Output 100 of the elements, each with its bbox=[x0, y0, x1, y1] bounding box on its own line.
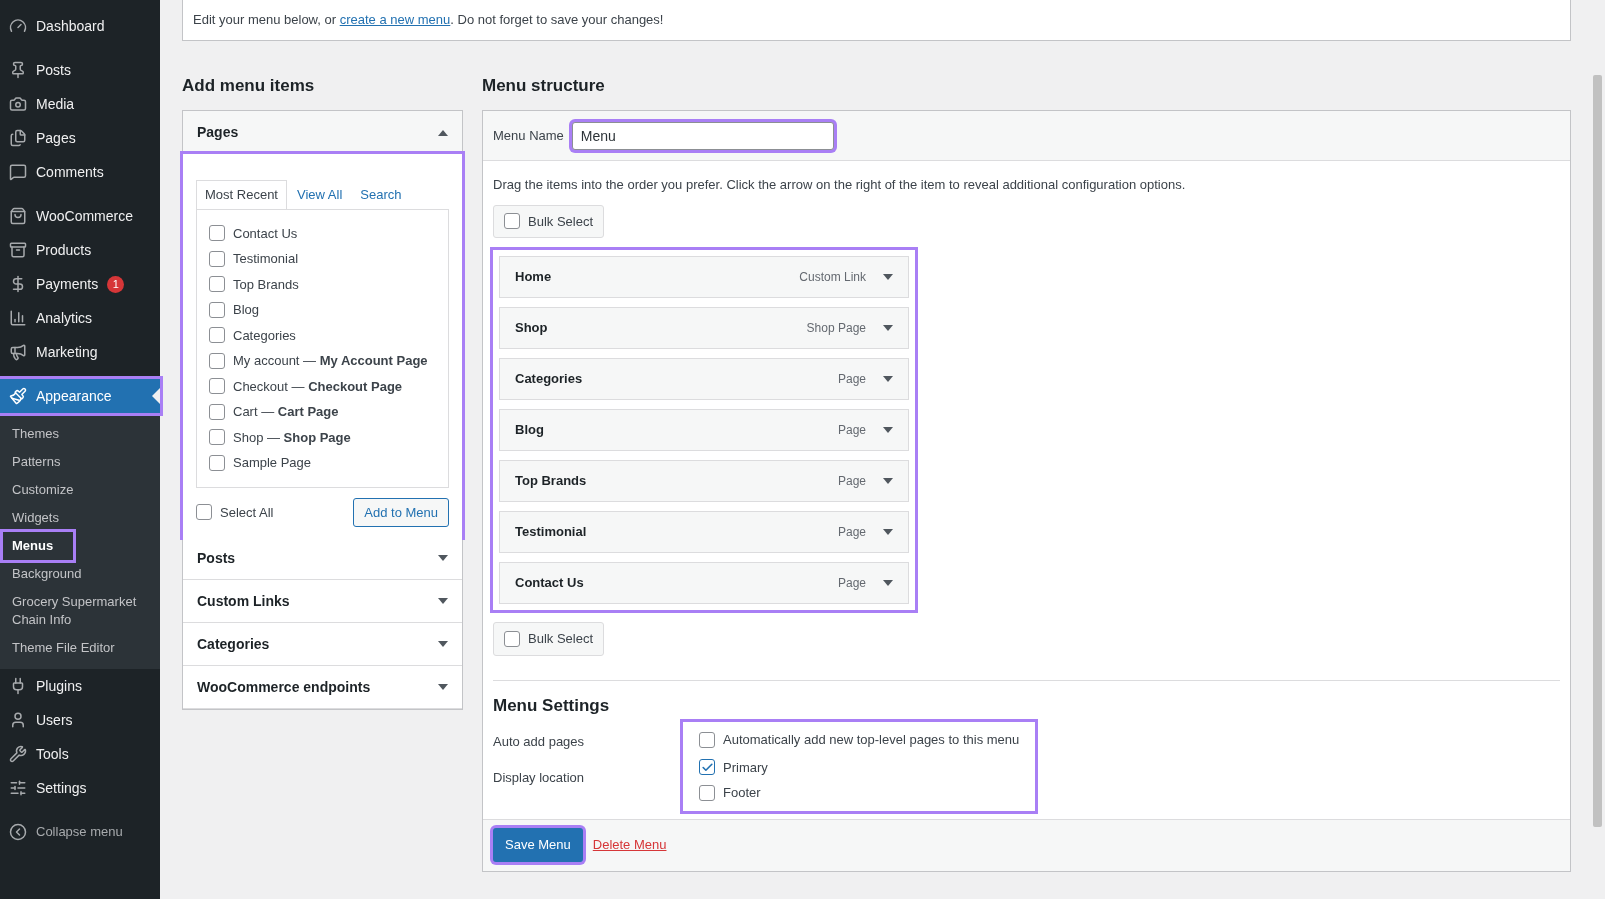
checkbox[interactable] bbox=[209, 327, 225, 344]
bag-icon bbox=[9, 207, 27, 225]
save-menu-button[interactable]: Save Menu bbox=[493, 828, 583, 862]
sidebar-item[interactable]: Payments 1 bbox=[0, 267, 160, 301]
page-label: Checkout — Checkout Page bbox=[233, 377, 403, 396]
camera-icon bbox=[9, 95, 27, 113]
sidebar-item[interactable]: Pages bbox=[0, 121, 160, 155]
checkbox[interactable] bbox=[209, 225, 225, 242]
bulk-select-button[interactable]: Bulk Select bbox=[493, 204, 605, 238]
menu-name-field[interactable]: Menu bbox=[571, 121, 834, 150]
caret-icon[interactable] bbox=[883, 325, 893, 331]
section-heading: Add menu items bbox=[182, 74, 316, 97]
checkbox[interactable] bbox=[209, 429, 225, 446]
menu-item-type: Page bbox=[837, 575, 866, 592]
accordion-header[interactable]: Posts bbox=[183, 537, 462, 580]
checkbox[interactable] bbox=[209, 378, 225, 395]
menu-item-bar[interactable]: Home Custom Link bbox=[499, 256, 909, 298]
sidebar-item[interactable]: Plugins bbox=[0, 669, 160, 703]
sidebar-item[interactable]: Products bbox=[0, 233, 160, 267]
caret-icon[interactable] bbox=[883, 478, 893, 484]
caret-icon[interactable] bbox=[883, 376, 893, 382]
submenu-item[interactable]: Grocery Supermarket Chain Info bbox=[3, 588, 157, 634]
section-heading: Menu structure bbox=[482, 74, 606, 97]
megaphone-icon bbox=[9, 343, 27, 361]
scrollbar-thumb[interactable] bbox=[1593, 75, 1602, 827]
sidebar-item[interactable]: Media bbox=[0, 87, 160, 121]
notification-badge: 1 bbox=[107, 275, 125, 293]
checkbox[interactable] bbox=[699, 731, 715, 748]
menu-item-type: Page bbox=[837, 371, 866, 388]
checkbox[interactable] bbox=[209, 352, 225, 369]
menu-item-bar[interactable]: Blog Page bbox=[499, 409, 909, 451]
accordion-header[interactable]: Pages bbox=[183, 111, 462, 154]
menu-item-bar[interactable]: Top Brands Page bbox=[499, 460, 909, 502]
checkbox[interactable] bbox=[196, 504, 212, 521]
menu-item-title: Shop bbox=[515, 319, 548, 338]
checkbox[interactable] bbox=[699, 759, 715, 776]
active-pointer-icon bbox=[152, 388, 160, 404]
tab[interactable]: Most Recent bbox=[196, 180, 287, 210]
menu-item-type: Shop Page bbox=[806, 320, 866, 337]
menu-item-title: Home bbox=[515, 268, 552, 287]
tab[interactable]: Search bbox=[352, 181, 410, 209]
checkbox[interactable] bbox=[209, 454, 225, 471]
page-label: Testimonial bbox=[233, 250, 299, 268]
sidebar-item[interactable]: Comments bbox=[0, 155, 160, 189]
sidebar-item[interactable]: Dashboard bbox=[0, 9, 160, 43]
sidebar-item[interactable]: Users bbox=[0, 703, 160, 737]
delete-menu-link[interactable]: Delete Menu bbox=[592, 835, 667, 855]
bar-chart-icon bbox=[9, 309, 27, 327]
setting-label: Auto add pages bbox=[493, 733, 586, 751]
pin-icon bbox=[9, 61, 27, 79]
menu-item-bar[interactable]: Contact Us Page bbox=[499, 562, 909, 604]
sidebar-item[interactable]: Posts bbox=[0, 53, 160, 87]
add-to-menu-button[interactable]: Add to Menu bbox=[353, 497, 449, 527]
sidebar-item[interactable]: Appearance bbox=[0, 379, 160, 413]
page-label: Top Brands bbox=[233, 275, 299, 294]
submenu-item[interactable]: Themes bbox=[3, 420, 157, 448]
checkbox[interactable] bbox=[504, 213, 520, 230]
menu-item-bar[interactable]: Categories Page bbox=[499, 358, 909, 400]
caret-icon[interactable] bbox=[438, 684, 448, 690]
submenu-item[interactable]: Theme File Editor bbox=[3, 634, 157, 662]
settings-heading: Menu Settings bbox=[493, 694, 611, 717]
submenu-item[interactable]: Customize bbox=[3, 476, 157, 504]
caret-icon[interactable] bbox=[883, 274, 893, 280]
sidebar-item[interactable]: Settings bbox=[0, 771, 160, 805]
submenu-item[interactable]: Menus bbox=[3, 532, 74, 560]
checkbox[interactable] bbox=[209, 276, 225, 293]
caret-icon[interactable] bbox=[438, 598, 448, 604]
collapse-menu-button[interactable]: Collapse menu bbox=[0, 815, 160, 849]
checkbox[interactable] bbox=[699, 784, 715, 801]
submenu-item[interactable]: Patterns bbox=[3, 448, 157, 476]
page-label: Sample Page bbox=[233, 454, 312, 472]
sidebar-item[interactable]: Marketing bbox=[0, 335, 160, 369]
caret-icon[interactable] bbox=[438, 129, 448, 136]
menu-item-type: Page bbox=[837, 473, 866, 490]
bulk-select-button[interactable]: Bulk Select bbox=[493, 622, 605, 656]
menu-item-title: Testimonial bbox=[515, 523, 587, 542]
sidebar-item[interactable]: Tools bbox=[0, 737, 160, 771]
sidebar-item[interactable]: Analytics bbox=[0, 301, 160, 335]
submenu-item[interactable]: Widgets bbox=[3, 504, 157, 532]
option-label: Primary bbox=[723, 758, 768, 777]
page-label: Contact Us bbox=[233, 224, 298, 243]
caret-icon[interactable] bbox=[883, 529, 893, 535]
caret-icon[interactable] bbox=[438, 641, 448, 647]
tab[interactable]: View All bbox=[289, 181, 351, 209]
checkbox[interactable] bbox=[209, 403, 225, 420]
menu-item-bar[interactable]: Testimonial Page bbox=[499, 511, 909, 553]
collapse-icon bbox=[9, 823, 27, 841]
submenu-item[interactable]: Background bbox=[3, 560, 157, 588]
caret-icon[interactable] bbox=[883, 427, 893, 433]
menu-name-label: Menu Name bbox=[493, 126, 564, 145]
menu-item-type: Custom Link bbox=[799, 269, 866, 286]
user-icon bbox=[9, 711, 27, 729]
checkbox[interactable] bbox=[209, 301, 225, 318]
sidebar-item[interactable]: WooCommerce bbox=[0, 199, 160, 233]
menu-item-bar[interactable]: Shop Shop Page bbox=[499, 307, 909, 349]
page-label: Shop — Shop Page bbox=[233, 428, 351, 447]
checkbox[interactable] bbox=[209, 250, 225, 267]
checkbox[interactable] bbox=[504, 630, 520, 647]
caret-icon[interactable] bbox=[438, 555, 448, 561]
caret-icon[interactable] bbox=[883, 580, 893, 586]
